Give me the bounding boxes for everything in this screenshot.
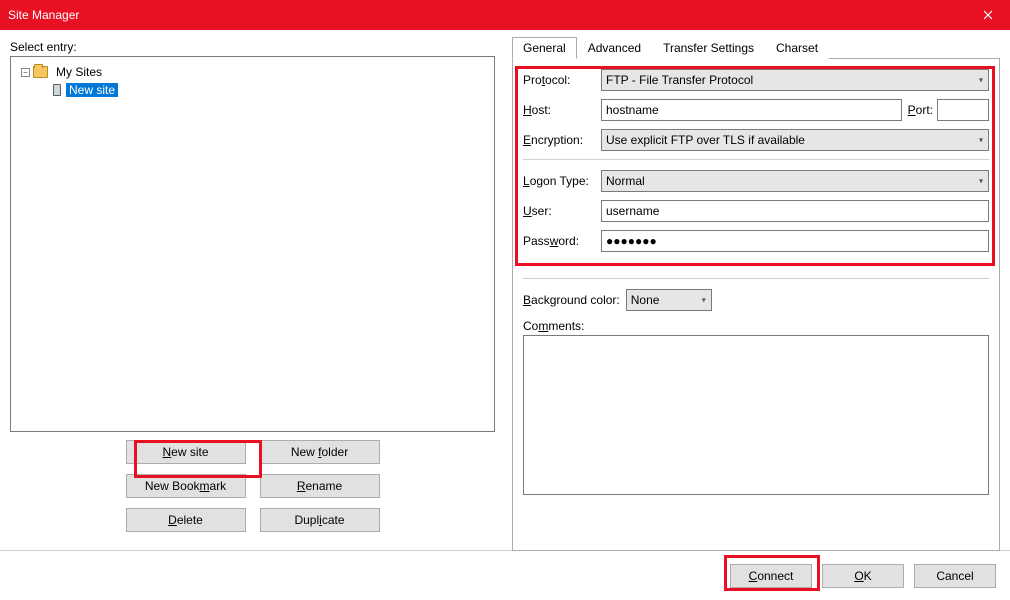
close-icon <box>983 10 993 20</box>
right-panel: General Advanced Transfer Settings Chars… <box>500 30 1010 550</box>
duplicate-button[interactable]: Duplicate <box>260 508 380 532</box>
left-buttons: New site New folder New Bookmark Rename … <box>10 440 495 532</box>
rename-button[interactable]: Rename <box>260 474 380 498</box>
left-panel: Select entry: − My Sites New site New si… <box>0 30 500 550</box>
host-label: Host: <box>523 103 601 117</box>
expander-icon[interactable]: − <box>21 68 30 77</box>
protocol-label: Protocol: <box>523 73 601 87</box>
password-row: Password: <box>523 230 989 252</box>
bg-color-label: Background color: <box>523 293 620 307</box>
host-row: Host: Port: <box>523 99 989 121</box>
bg-color-select[interactable]: ▾ <box>626 289 712 311</box>
ok-button[interactable]: OK <box>822 564 904 588</box>
tab-general[interactable]: General <box>512 37 577 59</box>
delete-button[interactable]: Delete <box>126 508 246 532</box>
tab-charset[interactable]: Charset <box>765 37 829 59</box>
folder-icon <box>33 66 48 78</box>
host-input[interactable] <box>601 99 902 121</box>
tree-root-label: My Sites <box>53 65 105 79</box>
connect-button[interactable]: Connect <box>730 564 812 588</box>
window-title: Site Manager <box>8 8 79 22</box>
protocol-value[interactable] <box>601 69 989 91</box>
logon-label: Logon Type: <box>523 174 601 188</box>
close-button[interactable] <box>965 0 1010 30</box>
tree-root-row[interactable]: − My Sites <box>17 63 488 81</box>
separator <box>523 278 989 279</box>
comments-label: Comments: <box>523 319 989 333</box>
tabs: General Advanced Transfer Settings Chars… <box>512 36 1000 59</box>
port-input[interactable] <box>937 99 989 121</box>
bg-color-row: Background color: ▾ <box>523 289 989 311</box>
footer: Connect OK Cancel <box>0 550 1010 600</box>
password-label: Password: <box>523 234 601 248</box>
password-input[interactable] <box>601 230 989 252</box>
bg-color-value[interactable] <box>626 289 712 311</box>
logon-select[interactable]: ▾ <box>601 170 989 192</box>
user-row: User: <box>523 200 989 222</box>
new-bookmark-button[interactable]: New Bookmark <box>126 474 246 498</box>
tree-item-label: New site <box>66 83 118 97</box>
titlebar: Site Manager <box>0 0 1010 30</box>
protocol-select[interactable]: ▾ <box>601 69 989 91</box>
new-site-button[interactable]: New site <box>126 440 246 464</box>
logon-row: Logon Type: ▾ <box>523 170 989 192</box>
separator <box>523 159 989 160</box>
encryption-row: Encryption: ▾ <box>523 129 989 151</box>
port-label: Port: <box>908 103 933 117</box>
encryption-select[interactable]: ▾ <box>601 129 989 151</box>
site-icon <box>53 84 61 96</box>
new-folder-button[interactable]: New folder <box>260 440 380 464</box>
tab-transfer[interactable]: Transfer Settings <box>652 37 765 59</box>
general-form: Protocol: ▾ Host: Port: Encryption: ▾ <box>512 59 1000 551</box>
comments-textarea[interactable] <box>523 335 989 495</box>
protocol-row: Protocol: ▾ <box>523 69 989 91</box>
tree-item-row[interactable]: New site <box>17 81 488 99</box>
logon-value[interactable] <box>601 170 989 192</box>
main-area: Select entry: − My Sites New site New si… <box>0 30 1010 550</box>
user-input[interactable] <box>601 200 989 222</box>
cancel-button[interactable]: Cancel <box>914 564 996 588</box>
site-tree[interactable]: − My Sites New site <box>10 56 495 432</box>
encryption-value[interactable] <box>601 129 989 151</box>
tab-advanced[interactable]: Advanced <box>577 37 652 59</box>
select-entry-label: Select entry: <box>10 40 495 54</box>
encryption-label: Encryption: <box>523 133 601 147</box>
user-label: User: <box>523 204 601 218</box>
